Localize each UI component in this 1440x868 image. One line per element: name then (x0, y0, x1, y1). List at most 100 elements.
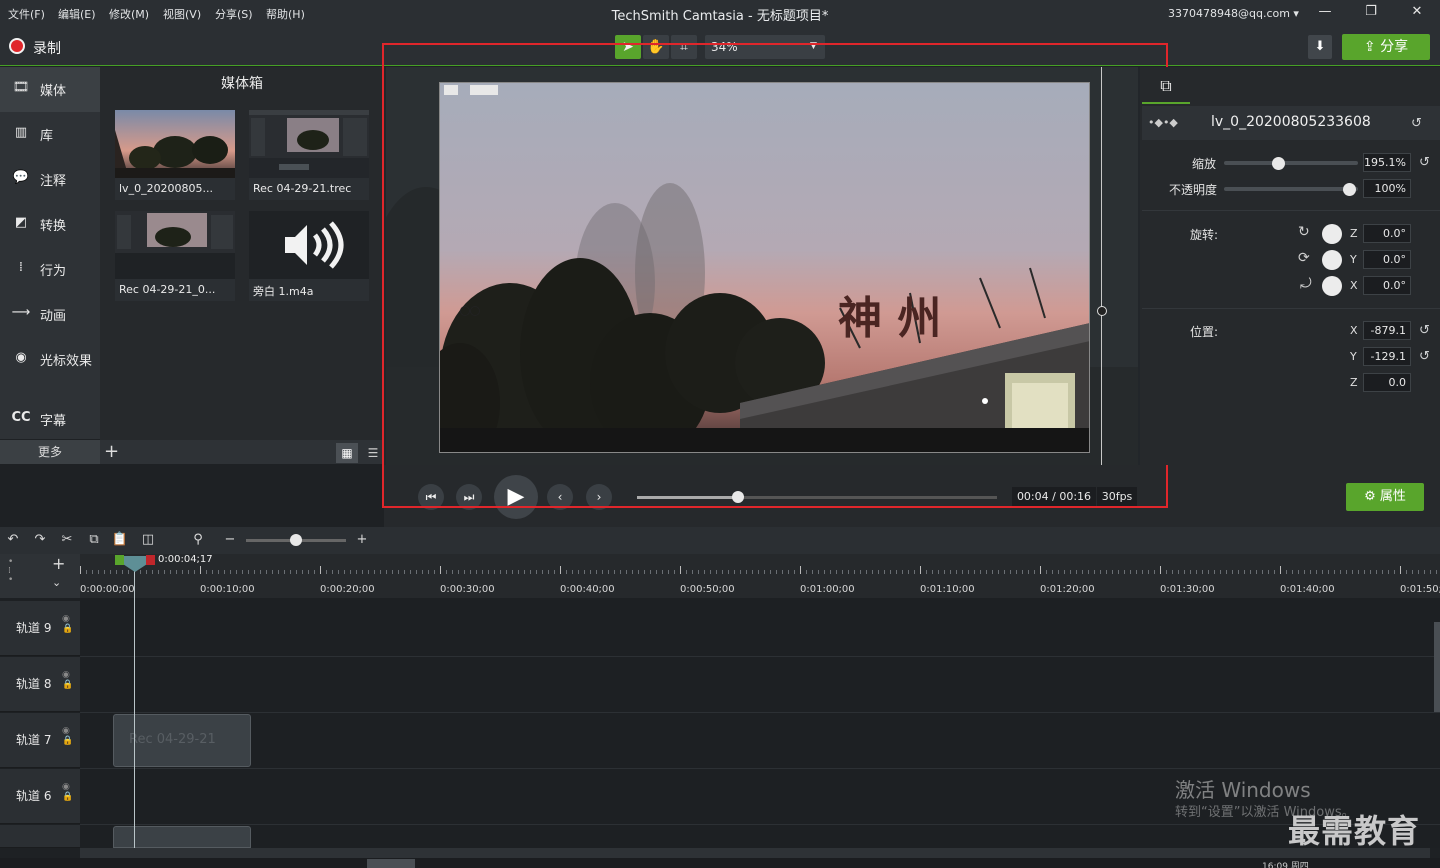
add-track-icon[interactable]: + (52, 554, 65, 573)
zoom-out-icon[interactable]: − (220, 532, 240, 547)
media-bin-title: 媒体箱 (221, 76, 263, 92)
gear-icon: ⚙ (1364, 489, 1380, 504)
timeline-ruler[interactable] (80, 554, 1440, 598)
media-item-recording[interactable]: Rec 04-29-21.trec (249, 110, 369, 200)
track-header-8[interactable]: 轨道 8 ◉ 🔒 (0, 657, 80, 712)
track-label: 轨道 9 (16, 621, 52, 635)
clip-name: lv_0_20200805233608 (1211, 114, 1371, 130)
rotation-y-dial[interactable] (1322, 250, 1342, 270)
clip-label: Rec 04-29-21 (129, 732, 216, 747)
sidebar-item-transitions[interactable]: ◩ 转换 (0, 202, 100, 247)
cut-icon[interactable]: ✂ (57, 532, 77, 547)
eye-lock-icon[interactable]: ◉ 🔒 (62, 782, 73, 802)
scrollbar-thumb[interactable] (367, 859, 415, 868)
reset-icon[interactable]: ↺ (1419, 323, 1430, 338)
copy-icon[interactable]: ⧉ (84, 532, 104, 547)
sidebar-item-animations[interactable]: ⟶ 动画 (0, 292, 100, 337)
restore-button[interactable]: ❐ (1356, 4, 1386, 24)
minimize-button[interactable]: — (1310, 4, 1340, 24)
share-button[interactable]: ⇪ 分享 (1342, 34, 1430, 60)
track-header-7[interactable]: 轨道 7 ◉ 🔒 (0, 713, 80, 768)
rotation-x-dial[interactable] (1322, 276, 1342, 296)
properties-button[interactable]: ⚙ 属性 (1346, 483, 1424, 511)
record-button[interactable]: 录制 (33, 38, 61, 58)
rotation-y-value[interactable]: 0.0° (1363, 250, 1411, 269)
list-view-icon[interactable]: ☰ (362, 443, 384, 463)
playhead-time: 0:00:04;17 (158, 554, 213, 565)
magnify-icon[interactable]: ⚲ (188, 532, 208, 547)
properties-label: 属性 (1379, 489, 1406, 504)
split-icon[interactable]: ◫ (138, 532, 158, 547)
track-label: 轨道 6 (16, 789, 52, 803)
account-menu[interactable]: 3370478948@qq.com ▾ (1168, 7, 1299, 20)
ruler-label: 0:01:10;00 (920, 584, 975, 595)
axis-label: Y (1350, 253, 1357, 266)
track-header-5[interactable] (0, 825, 80, 848)
undo-icon[interactable]: ↶ (3, 532, 23, 547)
position-z-value[interactable]: 0.0 (1363, 373, 1411, 392)
download-icon[interactable]: ⬇ (1308, 35, 1332, 59)
cursor-icon: ◉ (15, 350, 27, 365)
track-divider (80, 712, 1440, 713)
reset-icon[interactable]: ↺ (1419, 155, 1430, 170)
close-button[interactable]: ✕ (1402, 4, 1432, 24)
ruler-label: 0:01:50; (1400, 584, 1440, 595)
sidebar-item-cursor-effects[interactable]: ◉ 光标效果 (0, 337, 100, 382)
eye-lock-icon[interactable]: ◉ 🔒 (62, 670, 73, 690)
sidebar-item-annotations[interactable]: 💬 注释 (0, 157, 100, 202)
sidebar-item-behaviors[interactable]: ⁞ 行为 (0, 247, 100, 292)
ruler-label: 0:00:30;00 (440, 584, 495, 595)
more-button[interactable]: 更多 (0, 440, 100, 464)
sidebar-item-library[interactable]: ▥ 库 (0, 112, 100, 157)
track-label: 轨道 7 (16, 733, 52, 747)
track-header-9[interactable]: 轨道 9 ◉ 🔒 (0, 601, 80, 656)
timeline-horizontal-scrollbar[interactable] (80, 848, 1430, 858)
timeline-vertical-scrollbar[interactable] (1434, 622, 1440, 712)
position-x-value[interactable]: -879.1 (1363, 321, 1411, 340)
sidebar-item-captions[interactable]: CC 字幕 (0, 397, 100, 442)
rotate-y-icon: ⟳ (1298, 250, 1310, 266)
sidebar-item-label: 行为 (40, 264, 67, 279)
eye-lock-icon[interactable]: ◉ 🔒 (62, 726, 73, 746)
timeline-zoom-handle[interactable] (290, 534, 302, 546)
reset-icon[interactable]: ↺ (1411, 116, 1422, 131)
zoom-in-icon[interactable]: + (352, 532, 372, 547)
divider (1142, 210, 1440, 211)
rotation-z-value[interactable]: 0.0° (1363, 224, 1411, 243)
clip-type-icon: •◆•◆ (1148, 116, 1178, 129)
playhead-in-marker[interactable] (115, 555, 124, 565)
media-item-recording-2[interactable]: Rec 04-29-21_0... (115, 211, 235, 301)
sidebar-item-media[interactable]: 🎞 媒体 (0, 67, 100, 112)
opacity-slider[interactable] (1224, 187, 1358, 191)
rotation-x-value[interactable]: 0.0° (1363, 276, 1411, 295)
opacity-value[interactable]: 100% (1363, 179, 1411, 198)
record-icon[interactable] (9, 38, 25, 54)
media-item-audio[interactable]: 旁白 1.m4a (249, 211, 369, 301)
redo-icon[interactable]: ↷ (30, 532, 50, 547)
playhead-out-marker[interactable] (146, 555, 155, 565)
reset-icon[interactable]: ↺ (1419, 349, 1430, 364)
add-media-icon[interactable]: + (104, 441, 119, 462)
opacity-slider-handle[interactable] (1343, 183, 1356, 196)
scale-value[interactable]: 195.1% (1363, 153, 1411, 172)
timeline-toolbar (0, 527, 1440, 554)
position-y-value[interactable]: -129.1 (1363, 347, 1411, 366)
paste-icon[interactable]: 📋 (110, 532, 130, 547)
rotation-z-dial[interactable] (1322, 224, 1342, 244)
brand-watermark: 最需教育 (1288, 812, 1421, 850)
ruler-label: 0:01:20;00 (1040, 584, 1095, 595)
axis-label: Z (1350, 227, 1358, 240)
chevron-down-icon[interactable]: ⌄ (52, 576, 61, 589)
library-icon: ▥ (14, 125, 28, 140)
media-item-video[interactable]: lv_0_20200805... (115, 110, 235, 200)
eye-lock-icon[interactable]: ◉ 🔒 (62, 614, 73, 634)
grid-view-icon[interactable]: ▦ (336, 443, 358, 463)
track-header-6[interactable]: 轨道 6 ◉ 🔒 (0, 769, 80, 824)
film-icon: 🎞 (12, 80, 30, 95)
scale-slider[interactable] (1224, 161, 1358, 165)
track-height-icon[interactable]: • ⁞ • (8, 558, 13, 585)
visual-properties-tab[interactable]: ⧉ (1142, 70, 1190, 104)
scale-slider-handle[interactable] (1271, 157, 1285, 170)
bottom-bar (0, 858, 1440, 868)
ruler-label: 0:00:40;00 (560, 584, 615, 595)
